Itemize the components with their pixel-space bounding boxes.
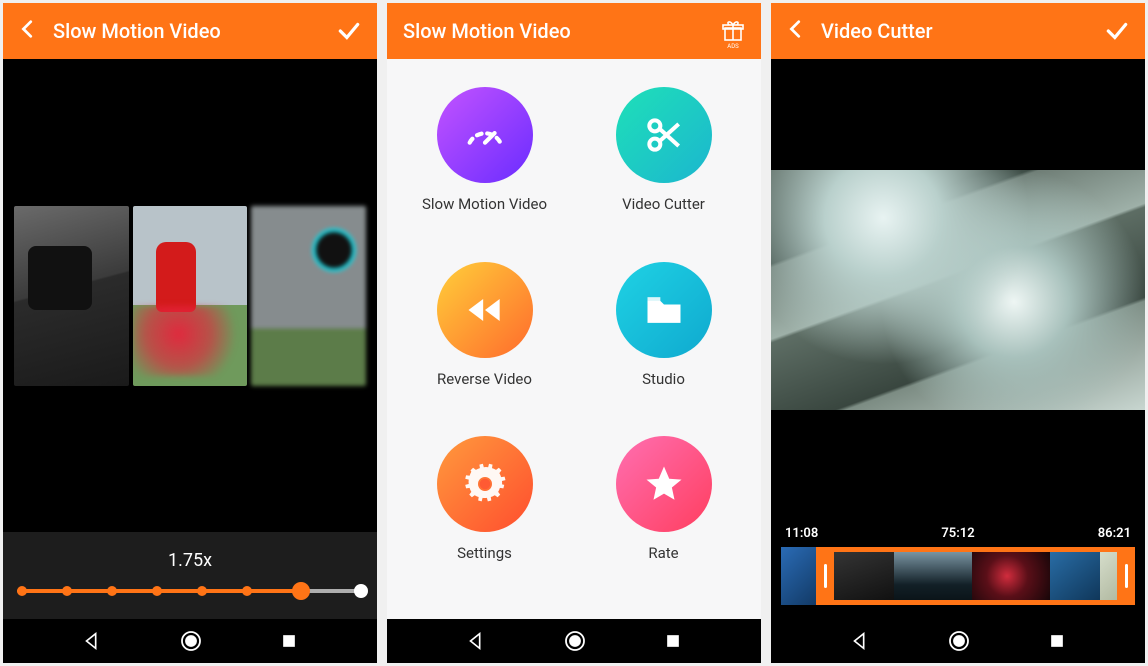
timeline-frame <box>781 547 816 605</box>
thumbnail: ♪ <box>14 206 129 386</box>
speed-value: 1.75x <box>168 550 212 571</box>
android-navbar <box>771 619 1145 663</box>
video-thumbnails: ♪ <box>14 206 366 386</box>
menu-label: Video Cutter <box>622 195 705 213</box>
square-recent-icon <box>279 631 299 651</box>
menu-studio[interactable]: Studio <box>574 252 753 427</box>
trim-end-handle[interactable] <box>1117 547 1135 605</box>
screen-main-menu: Slow Motion Video ADS Slow Motion Video … <box>387 3 761 663</box>
menu-slow-motion[interactable]: Slow Motion Video <box>395 77 574 252</box>
back-button[interactable] <box>17 18 45 44</box>
page-title: Slow Motion Video <box>403 19 719 43</box>
thumbnail <box>251 206 366 386</box>
slider-tick <box>197 586 207 596</box>
nav-back-button[interactable] <box>849 630 871 652</box>
slider-thumb[interactable] <box>292 582 310 600</box>
nav-recent-button[interactable] <box>1047 631 1067 651</box>
nav-back-button[interactable] <box>465 630 487 652</box>
menu-video-cutter[interactable]: Video Cutter <box>574 77 753 252</box>
trim-start-handle[interactable] <box>816 547 834 605</box>
square-recent-icon <box>1047 631 1067 651</box>
trim-panel: 11:08 75:12 86:21 <box>771 520 1145 619</box>
nav-home-button[interactable] <box>947 629 971 653</box>
menu-label: Slow Motion Video <box>422 195 547 213</box>
slider-tick <box>62 586 72 596</box>
video-frame <box>771 170 1145 410</box>
android-navbar <box>3 619 377 663</box>
menu-label: Settings <box>457 544 512 562</box>
chevron-left-icon <box>17 18 39 40</box>
selection-range <box>816 547 1135 605</box>
rewind-icon <box>437 262 533 358</box>
circle-home-icon <box>947 629 971 653</box>
page-title: Slow Motion Video <box>53 19 335 43</box>
ads-gift-button[interactable]: ADS <box>719 19 747 43</box>
circle-home-icon <box>563 629 587 653</box>
gift-icon <box>721 19 745 43</box>
slider-max-dot <box>354 584 368 598</box>
nav-recent-button[interactable] <box>663 631 683 651</box>
slider-tick <box>152 586 162 596</box>
triangle-back-icon <box>81 630 103 652</box>
confirm-button[interactable] <box>335 18 363 44</box>
gear-icon <box>437 436 533 532</box>
triangle-back-icon <box>849 630 871 652</box>
folder-icon <box>616 262 712 358</box>
menu-label: Reverse Video <box>437 370 532 388</box>
menu-settings[interactable]: Settings <box>395 426 574 601</box>
trim-timeline[interactable] <box>781 547 1135 605</box>
editor-content: ♪ 1.75x <box>3 59 377 619</box>
star-icon <box>616 436 712 532</box>
check-icon <box>336 18 362 44</box>
speed-control-panel: 1.75x <box>3 532 377 619</box>
menu-reverse-video[interactable]: Reverse Video <box>395 252 574 427</box>
app-header: Video Cutter <box>771 3 1145 59</box>
video-preview[interactable] <box>771 59 1145 520</box>
nav-back-button[interactable] <box>81 630 103 652</box>
nav-home-button[interactable] <box>179 629 203 653</box>
android-navbar <box>387 619 761 663</box>
app-header: Slow Motion Video ADS <box>387 3 761 59</box>
cutter-content: 11:08 75:12 86:21 <box>771 59 1145 619</box>
screen-slow-motion-editor: Slow Motion Video ♪ 1.75x <box>3 3 377 663</box>
menu-label: Studio <box>642 370 685 388</box>
video-preview[interactable]: ♪ <box>3 59 377 532</box>
app-header: Slow Motion Video <box>3 3 377 59</box>
menu-grid: Slow Motion Video Video Cutter Reverse V… <box>387 59 761 619</box>
triangle-back-icon <box>465 630 487 652</box>
nav-recent-button[interactable] <box>279 631 299 651</box>
time-labels: 11:08 75:12 86:21 <box>781 526 1135 547</box>
chevron-left-icon <box>785 18 807 40</box>
check-icon <box>1104 18 1130 44</box>
square-recent-icon <box>663 631 683 651</box>
speed-slider[interactable] <box>17 589 363 593</box>
trim-start-time: 11:08 <box>785 526 818 541</box>
circle-home-icon <box>179 629 203 653</box>
menu-rate[interactable]: Rate <box>574 426 753 601</box>
slider-tick <box>242 586 252 596</box>
scissors-icon <box>616 87 712 183</box>
thumbnail <box>133 206 248 386</box>
page-title: Video Cutter <box>821 19 1103 43</box>
slider-tick <box>17 586 27 596</box>
trim-end-time: 86:21 <box>1098 526 1131 541</box>
nav-home-button[interactable] <box>563 629 587 653</box>
speedometer-icon <box>437 87 533 183</box>
slider-tick <box>107 586 117 596</box>
confirm-button[interactable] <box>1103 18 1131 44</box>
trim-current-time: 75:12 <box>941 526 974 541</box>
back-button[interactable] <box>785 18 813 44</box>
menu-label: Rate <box>648 544 678 562</box>
screen-video-cutter: Video Cutter 11:08 75:12 86:21 <box>771 3 1145 663</box>
